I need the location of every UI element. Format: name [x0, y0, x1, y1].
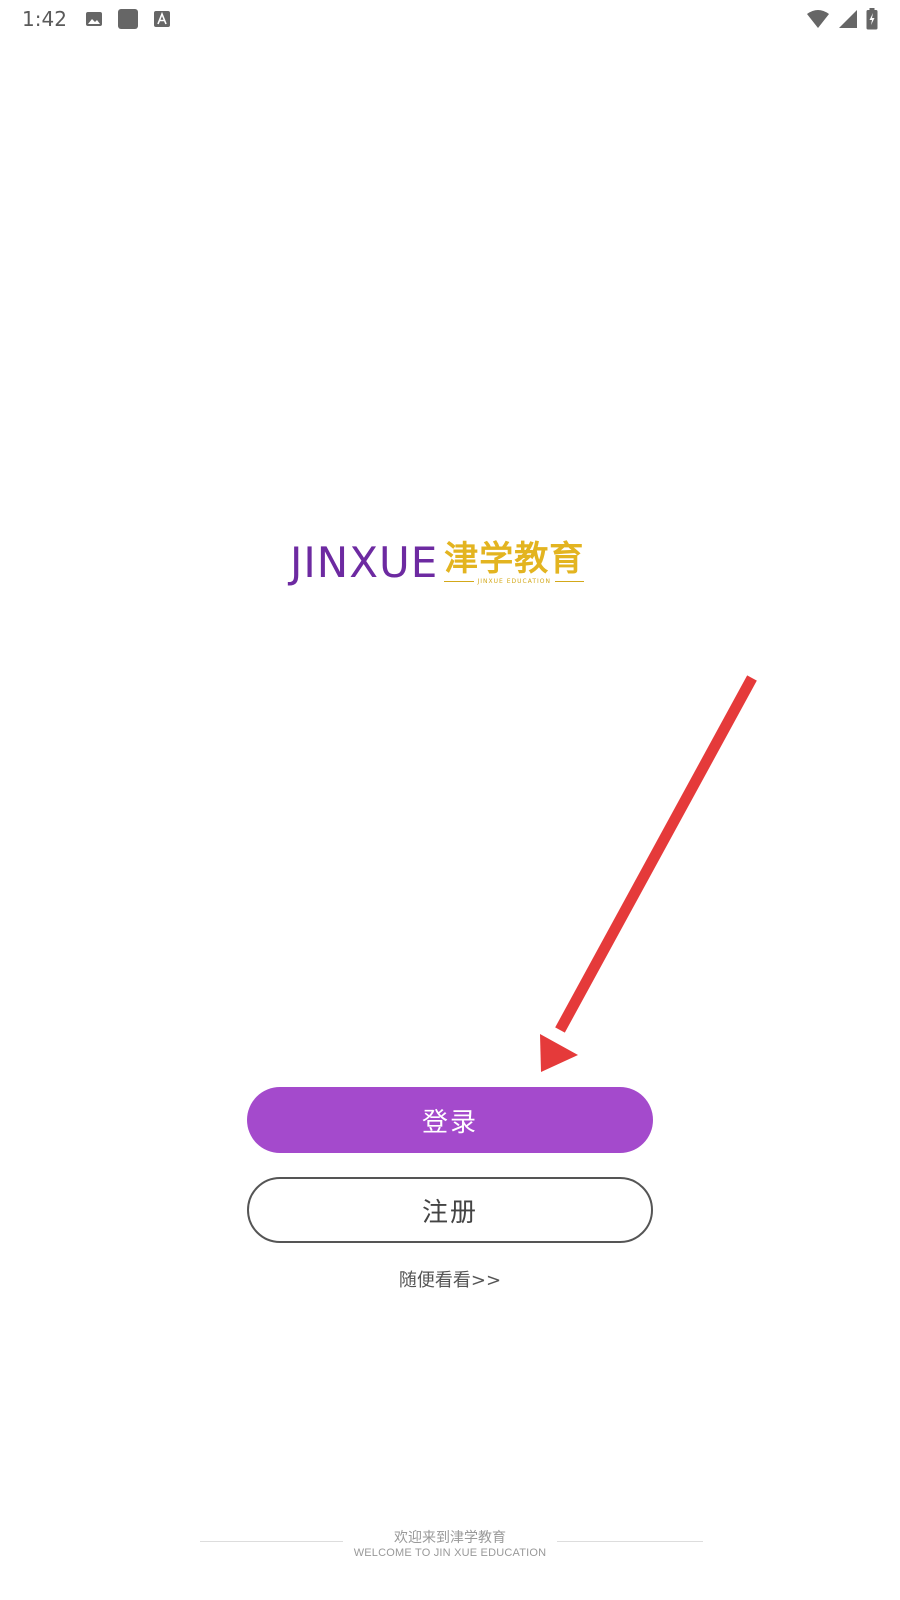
status-bar: 1:42 [0, 0, 900, 38]
logo-subtitle-rule-left [444, 580, 474, 582]
battery-charging-icon [866, 8, 878, 30]
app-logo: JINXUE 津学教育 JINXUE EDUCATION [290, 538, 585, 588]
footer-welcome-chinese: 欢迎来到津学教育 [394, 1530, 506, 1546]
register-button[interactable]: 注册 [247, 1177, 653, 1243]
logo-english-text: JINXUE [290, 538, 439, 587]
login-button[interactable]: 登录 [247, 1087, 653, 1153]
annotation-arrow-icon [540, 675, 757, 1072]
font-icon [153, 10, 171, 28]
status-time: 1:42 [22, 7, 67, 31]
login-screen: 1:42 JINXUE 津学教育 JINXUE EDUCATION 登录 注册 … [0, 0, 900, 1600]
logo-chinese-block: 津学教育 JINXUE EDUCATION [444, 539, 585, 585]
logo-subtitle-text: JINXUE EDUCATION [477, 577, 552, 585]
footer-welcome-english: WELCOME TO JIN XUE EDUCATION [353, 1547, 547, 1559]
logo-chinese-text: 津学教育 [444, 539, 585, 579]
wifi-icon [806, 9, 830, 29]
square-icon [117, 8, 139, 30]
status-left: 1:42 [22, 7, 171, 31]
cellular-signal-icon [838, 9, 858, 29]
footer: 欢迎来到津学教育 WELCOME TO JIN XUE EDUCATION [0, 1527, 900, 1567]
logo-subtitle: JINXUE EDUCATION [444, 577, 585, 585]
image-icon [85, 10, 103, 28]
logo-subtitle-rule-right [555, 580, 585, 582]
browse-as-guest-link[interactable]: 随便看看>> [0, 1266, 900, 1292]
status-right [806, 8, 878, 30]
